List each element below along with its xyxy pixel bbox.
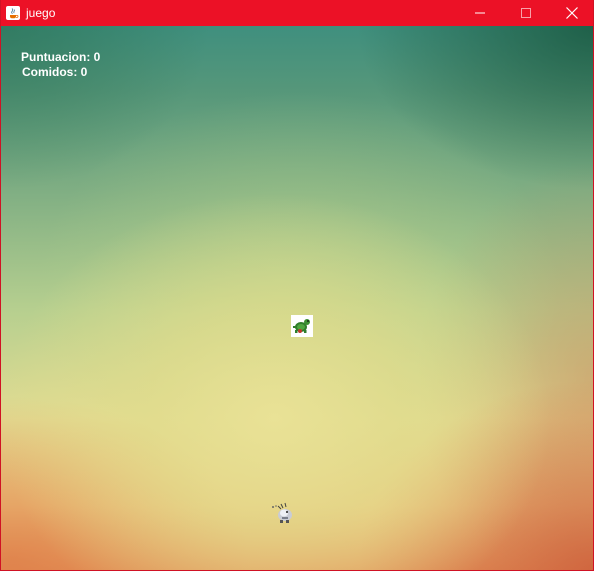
maximize-button[interactable]	[503, 0, 549, 26]
score-label: Puntuacion: 0	[21, 50, 101, 64]
turtle-sprite	[291, 315, 313, 337]
game-canvas[interactable]: Puntuacion: 0 Comidos: 0	[1, 26, 593, 570]
window-title: juego	[26, 6, 56, 20]
java-icon	[6, 6, 20, 20]
player-creature-sprite	[269, 498, 297, 526]
maximize-icon	[521, 8, 531, 18]
title-bar[interactable]: juego	[1, 0, 593, 26]
minimize-button[interactable]	[457, 0, 503, 26]
close-icon	[566, 7, 578, 19]
minimize-icon	[475, 12, 485, 14]
eaten-count-label: Comidos: 0	[22, 65, 88, 79]
close-button[interactable]	[549, 0, 593, 26]
game-window: juego Puntuacion: 0 Comidos: 0	[0, 0, 594, 571]
hud: Puntuacion: 0 Comidos: 0	[21, 50, 100, 80]
